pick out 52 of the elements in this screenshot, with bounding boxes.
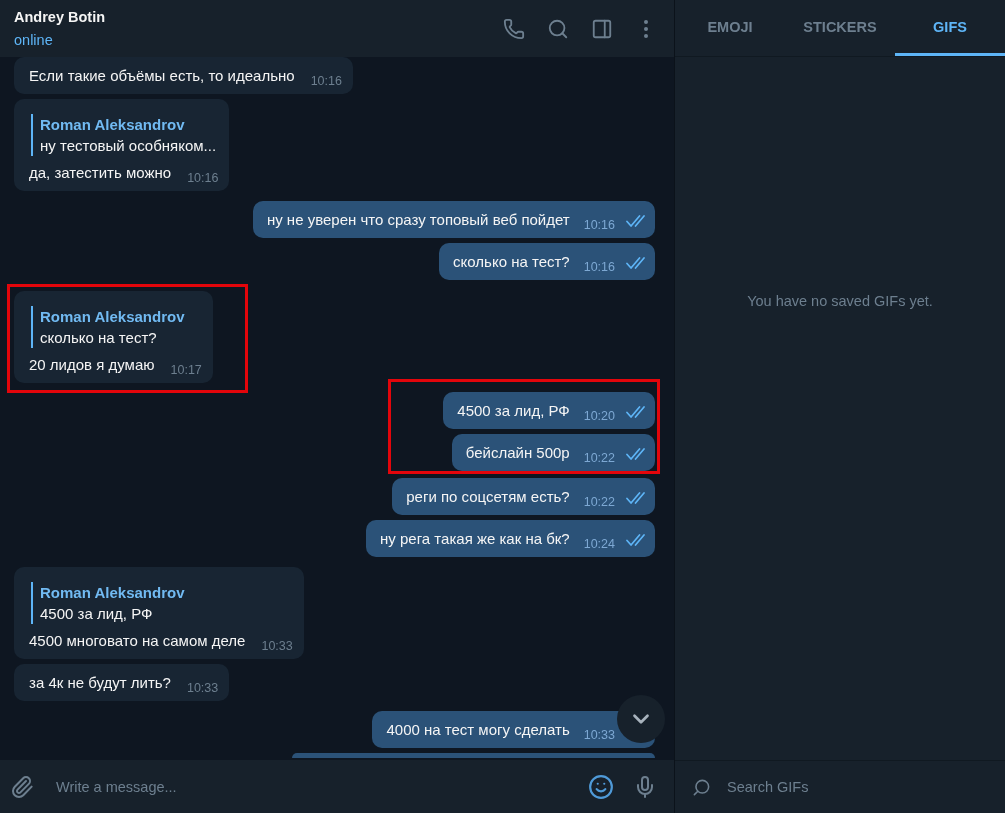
reply-author: Roman Aleksandrov [40, 115, 186, 135]
more-icon [644, 19, 648, 38]
voice-button[interactable] [623, 760, 674, 813]
reply-text: 4500 за лид, РФ [40, 604, 154, 624]
sidebar-icon [591, 17, 613, 40]
message-time: 10:16 [187, 171, 219, 185]
paperclip-icon [10, 774, 34, 799]
contact-status: online [14, 31, 54, 50]
message-text: бейслайн 500р [465, 443, 570, 462]
attach-button[interactable] [0, 760, 44, 813]
contact-name: Andrey Botin [14, 8, 106, 27]
search-icon [692, 777, 711, 797]
phone-icon [503, 17, 525, 40]
search-icon [547, 17, 569, 40]
message-text: 20 лидов я думаю [29, 355, 155, 374]
message-time: 10:33 [186, 681, 219, 695]
reply-text: сколько на тест? [40, 328, 158, 348]
message-text: за 4к не будут лить? [29, 673, 171, 692]
smile-icon [588, 773, 614, 800]
gif-search-field[interactable]: Search GIFs [675, 760, 1005, 813]
reply-text: ну тестовый особняком... [40, 136, 218, 156]
message-text: 4500 многовато на самом деле [29, 631, 246, 650]
message-time: 10:33 [261, 639, 293, 653]
message-time: 10:24 [583, 537, 615, 551]
message-time: 10:22 [583, 495, 615, 509]
message-time: 10:16 [583, 260, 615, 274]
message-text: ну не уверен что сразу топовый веб пойдет [266, 210, 570, 229]
reply-quote[interactable]: Roman Aleksandrov сколько на тест? [31, 306, 202, 348]
message-text: Если такие объёмы есть, то идеально [29, 66, 295, 85]
message-time: 10:22 [583, 451, 615, 465]
message-text: реги по соцсетям есть? [406, 487, 570, 506]
scroll-down-button[interactable] [617, 695, 665, 743]
message-text: 4500 за лид, РФ [457, 401, 570, 420]
message-text: 4000 на тест могу сделать [386, 720, 570, 739]
message-time: 10:33 [583, 728, 615, 742]
panel-tab[interactable]: STICKERS [785, 0, 895, 56]
panel-tab[interactable]: GIFS [895, 0, 1005, 56]
message-time: 10:16 [583, 218, 615, 232]
message-input[interactable]: Write a message... [44, 760, 579, 813]
gif-search-input[interactable]: Search GIFs [727, 769, 1005, 805]
empty-gifs-message: You have no saved GIFs yet. [747, 292, 933, 311]
reply-quote[interactable]: Roman Aleksandrov 4500 за лид, РФ [31, 582, 293, 624]
reply-author: Roman Aleksandrov [40, 307, 186, 327]
message-time: 10:16 [310, 74, 342, 88]
panel-tab[interactable]: EMOJI [675, 0, 785, 56]
reply-quote[interactable]: Roman Aleksandrov ну тестовый особняком... [31, 114, 219, 156]
message-text: сколько на тест? [453, 252, 570, 271]
message-time: 10:17 [170, 363, 202, 377]
reply-author: Roman Aleksandrov [40, 583, 186, 603]
message-time: 10:20 [583, 409, 615, 423]
message-text: ну рега такая же как на бк? [380, 529, 570, 548]
message-text: да, затестить можно [29, 163, 172, 182]
